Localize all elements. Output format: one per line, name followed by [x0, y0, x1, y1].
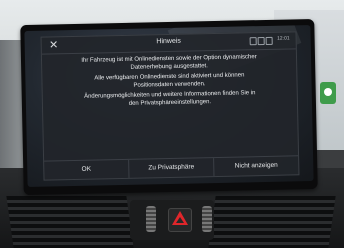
ok-button[interactable]: OK [44, 159, 130, 180]
lock-icon [257, 36, 265, 46]
notice-dialog: ✕ Hinweis 12:01 Ihr Fahrzeug ist mit Onl… [40, 31, 300, 181]
signal-icon [265, 36, 273, 45]
infotainment-display[interactable]: ✕ Hinweis 12:01 Ihr Fahrzeug ist mit Onl… [24, 25, 314, 187]
vent-knob-right[interactable] [202, 206, 212, 232]
connectivity-icon [249, 37, 257, 46]
status-icons [249, 36, 273, 46]
dialog-message: Ihr Fahrzeug ist mit Onlinediensten sowi… [52, 53, 287, 112]
message-line: Ihr Fahrzeug ist mit Onlinediensten sowi… [81, 54, 257, 64]
message-line: Positionsdaten verwenden. [133, 81, 206, 89]
message-line: Änderungsmöglichkeiten und weitere Infor… [83, 90, 256, 100]
dialog-titlebar: ✕ Hinweis 12:01 [41, 32, 296, 55]
message-line: Alle verfügbaren Onlinedienste sind akti… [94, 72, 245, 82]
air-vent-left[interactable] [6, 196, 134, 248]
privacy-button[interactable]: Zu Privatsphäre [129, 158, 215, 178]
dialog-buttons: OK Zu Privatsphäre Nicht anzeigen [44, 155, 299, 180]
air-vent-right[interactable] [208, 196, 336, 248]
car-interior-photo: ✕ Hinweis 12:01 Ihr Fahrzeug ist mit Onl… [0, 0, 344, 248]
hazard-icon-inner [176, 217, 184, 223]
clock: 12:01 [277, 35, 290, 42]
message-line: den Privatsphäreeinstellungen. [128, 99, 212, 107]
vent-knob-left[interactable] [146, 206, 156, 232]
message-line: Datenerhebung ausgestattet. [130, 63, 208, 71]
exit-sign [320, 82, 336, 104]
dismiss-button[interactable]: Nicht anzeigen [214, 156, 298, 176]
